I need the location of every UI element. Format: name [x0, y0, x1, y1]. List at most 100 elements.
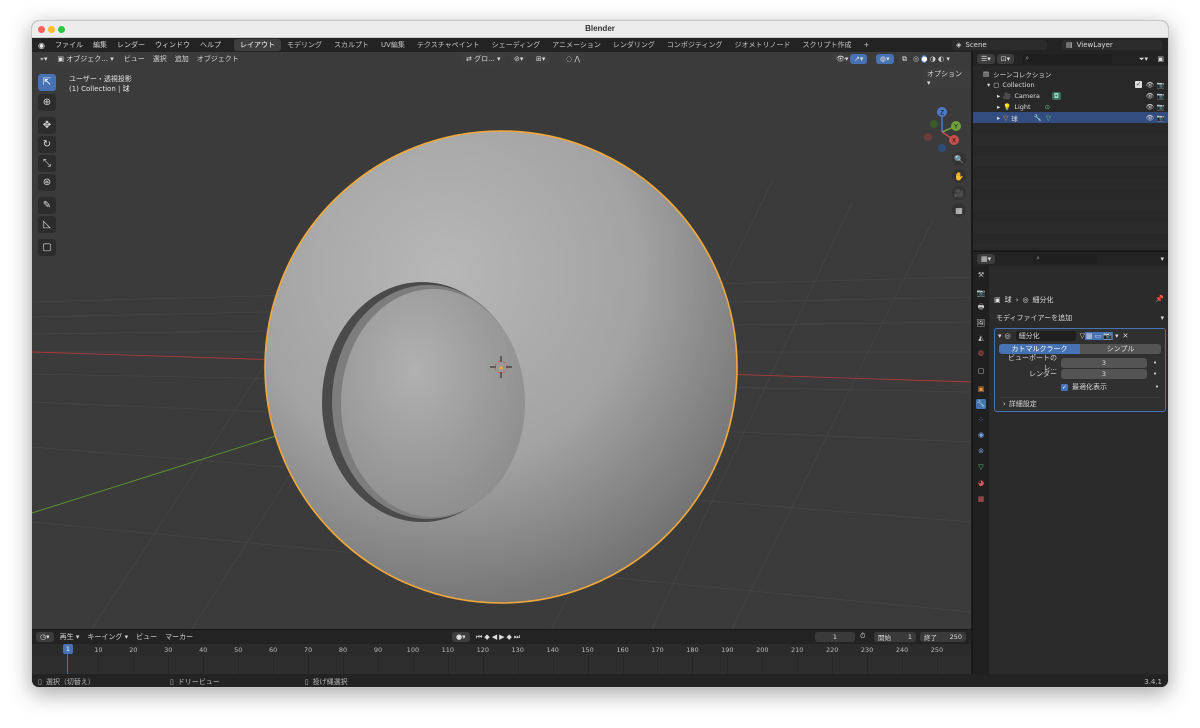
outliner-row-sphere[interactable]: ▸ ▽ 球 🔧 ▽ 👁 📷	[973, 112, 1168, 123]
wireframe-shading-icon[interactable]: ◎	[913, 55, 919, 63]
pivot-point-button[interactable]: ⊘▾	[510, 54, 528, 64]
collection-visibility-icon[interactable]: 👁	[1146, 81, 1154, 89]
outliner-row-scene-collection[interactable]: ▤ シーンコレクション	[973, 68, 1168, 79]
rendered-shading-icon[interactable]: ◐	[938, 55, 944, 63]
solid-shading-icon[interactable]: ●	[921, 55, 928, 63]
shading-mode-buttons[interactable]: ◎ ● ◑ ◐ ▾	[913, 55, 950, 63]
workspace-tab-layout[interactable]: レイアウト	[233, 39, 281, 51]
menu-help[interactable]: ヘルプ	[195, 40, 226, 50]
modifier-wrench-icon[interactable]: 🔧	[1034, 114, 1042, 122]
current-frame-field[interactable]: 1	[815, 632, 855, 642]
orthographic-toggle-icon[interactable]: ▦	[952, 203, 966, 217]
physics-tab-icon[interactable]: ◉	[976, 430, 986, 440]
viewport-menu-add[interactable]: 追加	[171, 54, 193, 64]
overlay-toggle-button[interactable]: ◍▾	[876, 54, 894, 64]
outliner-editor-type-button[interactable]: ☰▾	[977, 54, 995, 64]
optimal-display-checkbox[interactable]: ✓	[1061, 383, 1068, 391]
timeline-menu-marker[interactable]: マーカー	[161, 632, 197, 642]
workspace-tab-shading[interactable]: シェーディング	[486, 39, 547, 51]
collection-exclude-checkbox[interactable]: ✓	[1135, 81, 1142, 88]
view-layer-selector[interactable]: ▤ ViewLayer	[1062, 40, 1162, 50]
filter-icon[interactable]: ⏷▾	[1139, 55, 1148, 64]
workspace-tab-texture-paint[interactable]: テクスチャペイント	[411, 39, 486, 51]
properties-editor-type-button[interactable]: ▦▾	[977, 254, 996, 264]
mesh-data-icon[interactable]: ▽	[1046, 114, 1051, 122]
play-reverse-icon[interactable]: ◀	[492, 633, 499, 641]
prev-keyframe-icon[interactable]: ◆	[484, 633, 491, 641]
zoom-view-icon[interactable]: 🔍	[952, 152, 966, 166]
workspace-tab-scripting[interactable]: スクリプト作成	[796, 39, 857, 51]
advanced-subpanel[interactable]: › 詳細設定	[999, 397, 1161, 409]
menu-window[interactable]: ウィンドウ	[150, 40, 195, 50]
xray-toggle-button[interactable]: ⧉	[898, 53, 911, 65]
modifier-tab-icon[interactable]: 🔧	[976, 399, 986, 409]
outliner-row-light[interactable]: ▸ 💡 Light ⊙ 👁 📷	[973, 101, 1168, 112]
viewport-levels-field[interactable]: 3	[1061, 358, 1147, 368]
rotate-tool-icon[interactable]: ↻	[38, 136, 56, 153]
end-frame-field[interactable]: 終了 250	[920, 632, 966, 642]
simple-button[interactable]: シンプル	[1080, 344, 1161, 354]
viewport-menu-select[interactable]: 選択	[149, 54, 171, 64]
constraints-tab-icon[interactable]: ⊚	[976, 446, 986, 456]
outliner-search-input[interactable]: ⌕	[1022, 54, 1113, 64]
view-layer-tab-icon[interactable]: 🖼	[976, 318, 986, 328]
object-mode-dropdown[interactable]: ▣ オブジェク... ▾	[53, 53, 118, 65]
measure-tool-icon[interactable]: ◺	[38, 216, 56, 233]
camera-visibility-icon[interactable]: 👁	[1146, 92, 1154, 100]
workspace-tab-rendering[interactable]: レンダリング	[607, 39, 661, 51]
texture-tab-icon[interactable]: ▦	[976, 494, 986, 504]
scale-tool-icon[interactable]: ⤡	[38, 155, 56, 172]
particles-tab-icon[interactable]: ⁘	[976, 415, 986, 425]
pan-view-icon[interactable]: ✋	[952, 169, 966, 183]
workspace-tab-geometry-nodes[interactable]: ジオメトリノード	[728, 39, 796, 51]
sphere-render-icon[interactable]: 📷	[1157, 114, 1165, 122]
viewport-menu-object[interactable]: オブジェクト	[193, 54, 243, 64]
3d-viewport[interactable]: ⌖▾ ▣ オブジェク... ▾ ビュー 選択 追加 オブジェクト ⇄ グロ...…	[32, 52, 971, 629]
transform-tool-icon[interactable]: ⊛	[38, 174, 56, 191]
world-tab-icon[interactable]: ◍	[976, 348, 986, 358]
cage-toggle-icon[interactable]: ▦	[1085, 331, 1094, 340]
preview-range-icon[interactable]: ⏱	[860, 632, 865, 641]
light-visibility-icon[interactable]: 👁	[1146, 103, 1154, 111]
outliner-row-camera[interactable]: ▸ 🎥 Camera ◘ 👁 📷	[973, 90, 1168, 101]
expand-sphere-icon[interactable]: ▸	[997, 114, 1000, 122]
light-render-icon[interactable]: 📷	[1157, 103, 1165, 111]
realtime-toggle-icon[interactable]: ▭	[1093, 331, 1103, 340]
camera-render-icon[interactable]: 📷	[1157, 92, 1165, 100]
next-keyframe-icon[interactable]: ◆	[506, 633, 513, 641]
camera-view-icon[interactable]: 🎥	[952, 186, 966, 200]
add-cube-tool-icon[interactable]: ▢	[38, 239, 56, 256]
new-collection-icon[interactable]: ▣	[1157, 55, 1164, 63]
object-tab-icon[interactable]: ▣	[976, 384, 986, 394]
select-box-tool-icon[interactable]: ⇱	[38, 74, 56, 91]
timeline-menu-playback[interactable]: 再生 ▾	[56, 632, 84, 642]
cursor-tool-icon[interactable]: ⊕	[38, 94, 56, 111]
proportional-editing-button[interactable]: ◌ ⋀	[562, 54, 585, 64]
outliner-display-mode-button[interactable]: ⊡▾	[996, 54, 1015, 64]
pin-icon[interactable]: 📌	[1155, 295, 1164, 303]
timeline-menu-keying[interactable]: キーイング ▾	[83, 632, 132, 642]
start-frame-field[interactable]: 開始 1	[874, 632, 916, 642]
playhead[interactable]: 1	[63, 644, 73, 654]
menu-render[interactable]: レンダー	[112, 40, 150, 50]
collection-render-icon[interactable]: 📷	[1157, 81, 1165, 89]
auto-keying-button[interactable]: ●▾	[452, 632, 470, 642]
expand-light-icon[interactable]: ▸	[997, 103, 1000, 111]
material-shading-icon[interactable]: ◑	[930, 55, 936, 63]
scene-selector[interactable]: ◈ Scene	[952, 40, 1047, 50]
workspace-tab-compositing[interactable]: コンポジティング	[661, 39, 729, 51]
workspace-tab-modeling[interactable]: モデリング	[281, 39, 328, 51]
remove-modifier-icon[interactable]: ✕	[1123, 332, 1129, 340]
workspace-tab-animation[interactable]: アニメーション	[546, 39, 607, 51]
modifier-menu-icon[interactable]: ▾	[1115, 332, 1119, 340]
timeline-ruler[interactable]: 1102030405060708090100110120130140150160…	[32, 644, 971, 656]
jump-end-icon[interactable]: ⏭	[514, 633, 522, 641]
editor-type-button[interactable]: ⌖▾	[36, 53, 52, 65]
properties-options-icon[interactable]: ▾	[1160, 255, 1164, 263]
render-levels-field[interactable]: 3	[1061, 369, 1147, 379]
add-workspace-button[interactable]: +	[857, 40, 875, 50]
annotate-tool-icon[interactable]: ✎	[38, 197, 56, 214]
scene-tab-icon[interactable]: ◭	[976, 333, 986, 343]
data-tab-icon[interactable]: ▽	[976, 462, 986, 472]
properties-search-input[interactable]: ⌕	[1033, 254, 1098, 264]
